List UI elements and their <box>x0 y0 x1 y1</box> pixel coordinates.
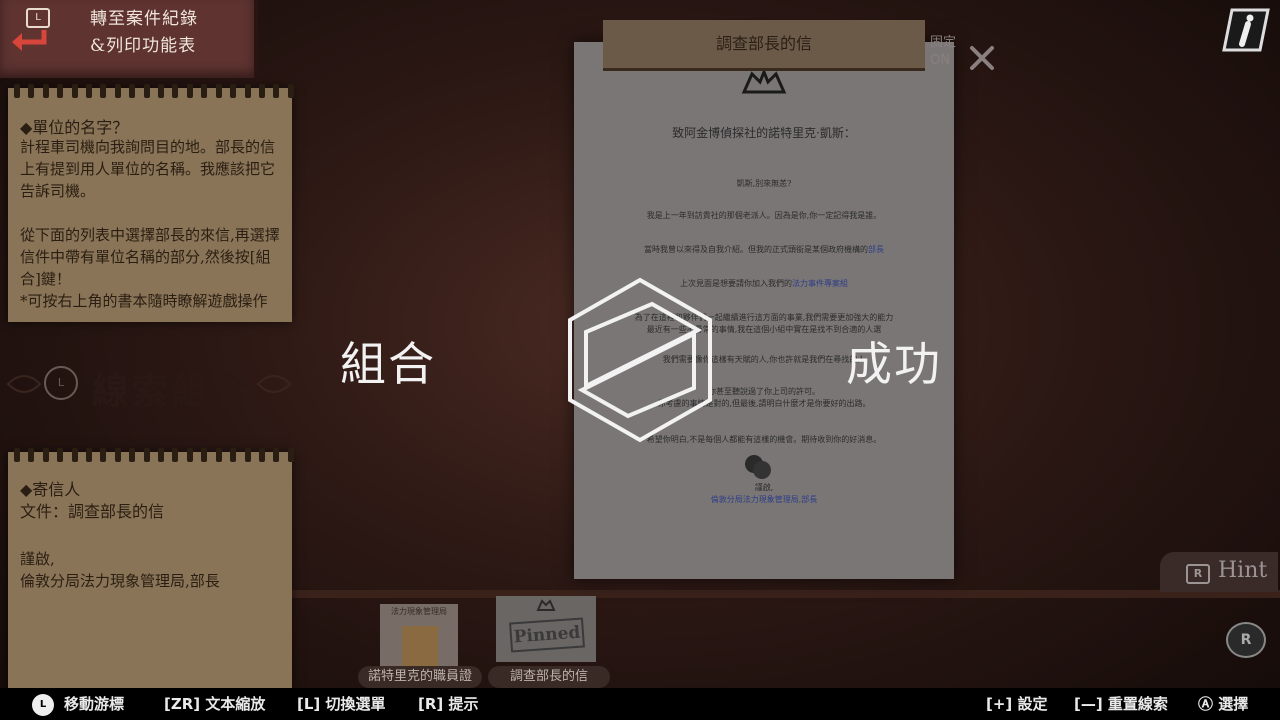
l-button-badge: L <box>26 8 50 28</box>
wax-seal-icon <box>745 455 771 479</box>
evidence-card-letter[interactable]: Pinned <box>496 596 596 662</box>
combine-word: 組合 <box>340 337 436 391</box>
sender-heading: ◆寄信人 <box>20 480 81 499</box>
portrait-image <box>402 626 438 668</box>
l-stick-icon: L <box>32 693 54 716</box>
switch-menu-hint: [L] 切換選單 <box>297 695 386 713</box>
letter-title-tab: 調查部長的信 <box>603 20 925 71</box>
zoom-hint: [ZR] 文本縮放 <box>164 695 266 713</box>
clue-combination-label: 線索組合 <box>92 370 253 412</box>
manual-info-icon[interactable] <box>1222 8 1270 52</box>
reset-hint: [—] 重置線索 <box>1074 695 1168 713</box>
sender-note: ◆寄信人 文件：調查部長的信 謹啟, 倫敦分局法力現象管理局,部長 <box>8 448 294 688</box>
minister-keyword: 部長 <box>868 245 884 254</box>
close-icon[interactable] <box>968 44 996 72</box>
clue-combination-bar[interactable]: L 線索組合 <box>0 360 300 412</box>
hint-hint: [R] 提示 <box>418 695 479 713</box>
hint-button[interactable]: R Hint <box>1160 552 1278 592</box>
letter-signoff: 謹啟, <box>754 483 774 492</box>
l-stick-icon: L <box>44 366 78 400</box>
success-word: 成功 <box>846 337 942 391</box>
back-arrow-icon <box>12 30 47 51</box>
sender-file: 文件：調查部長的信 <box>20 502 165 521</box>
control-guide-bar: L 移動游標 [ZR] 文本縮放 [L] 切換選單 [R] 提示 [+] 設定 [… <box>0 688 1280 720</box>
move-cursor-hint: L 移動游標 <box>32 688 124 720</box>
pin-toggle[interactable]: 固定 ON <box>930 34 956 70</box>
objective-heading: ◆單位的名字？ <box>20 118 129 137</box>
letter-line: 我是上一年到訪貴社的那個老派人。因為是你,你一定記得我是誰。 <box>646 211 882 220</box>
r-button-badge: R <box>1186 564 1210 584</box>
letter-signature[interactable]: 倫敦分局法力現象管理局,部長 <box>574 494 954 505</box>
settings-hint: [+] 設定 <box>986 695 1048 713</box>
shelf-edge <box>290 590 1280 598</box>
card-label: 諾特里克的職員證 <box>358 666 482 688</box>
crest-icon <box>536 599 556 611</box>
letter-line[interactable]: 當時我曾以來得及自我介紹。但我的正式頭銜是某個政府機構的部長 <box>574 244 954 255</box>
evidence-card-id[interactable]: 法力現象管理局 <box>380 604 458 668</box>
letter-line: 凱斯,別來無恙? <box>736 179 792 188</box>
objective-text: 計程車司機向我詢問目的地。部長的信 上有提到用人單位的名稱。我應該把它 告訴司機… <box>20 138 280 310</box>
combination-success-icon <box>568 277 712 443</box>
select-hint: Ⓐ 選擇 <box>1198 695 1249 713</box>
binder-rings <box>14 84 294 98</box>
case-record-title: 轉至案件紀錄 &列印功能表 <box>90 9 198 56</box>
task-force-keyword: 法力事件專案組 <box>792 279 848 288</box>
binder-rings <box>14 448 294 462</box>
letter-addressee: 致阿金博偵探社的諾特里克·凱斯： <box>672 126 856 140</box>
sender-content: 謹啟, 倫敦分局法力現象管理局,部長 <box>20 550 220 590</box>
case-record-button[interactable]: L 轉至案件紀錄 &列印功能表 <box>0 0 258 78</box>
crest-icon <box>741 68 787 94</box>
objective-note: ◆單位的名字？ 計程車司機向我詢問目的地。部長的信 上有提到用人單位的名稱。我應… <box>8 84 294 322</box>
r-stick-button[interactable]: R <box>1226 622 1266 658</box>
hint-label: Hint <box>1218 558 1268 583</box>
pinned-stamp: Pinned <box>509 617 585 653</box>
card-label: 調查部長的信 <box>488 666 610 688</box>
